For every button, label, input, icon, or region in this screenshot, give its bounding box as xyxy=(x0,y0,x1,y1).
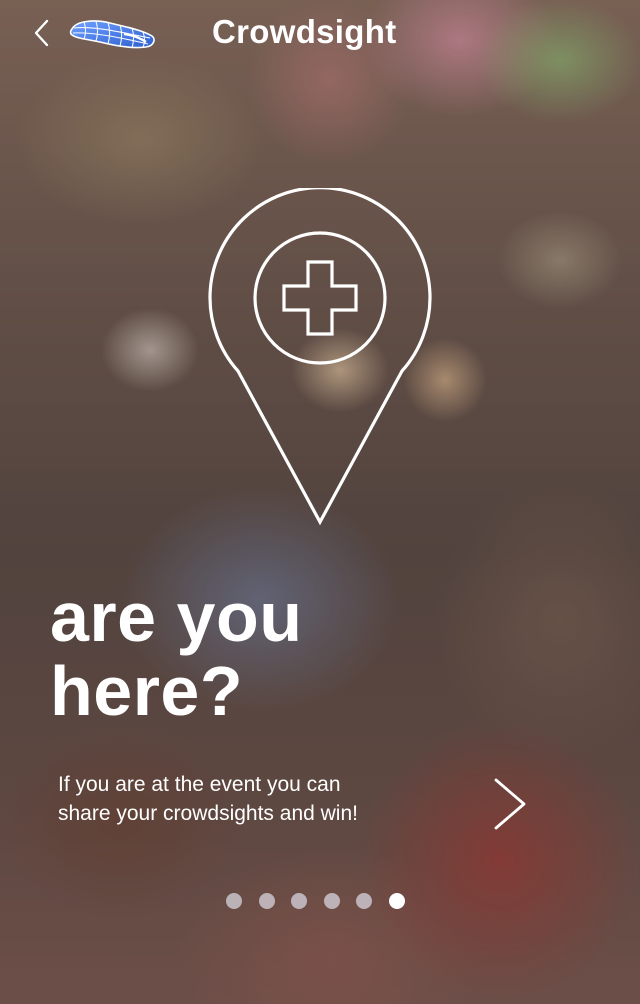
page-dot-1[interactable] xyxy=(226,893,242,909)
onboarding-screen: Crowdsight are you here? If you are at t… xyxy=(0,0,640,1004)
page-dot-6-active[interactable] xyxy=(388,893,405,909)
headline-line-1: are you xyxy=(50,578,303,656)
description-text: If you are at the event you can share yo… xyxy=(58,770,458,828)
page-dot-5[interactable] xyxy=(356,893,372,909)
page-indicator xyxy=(226,892,405,910)
description-line-2: share your crowdsights and win! xyxy=(58,802,358,825)
app-title: Crowdsight xyxy=(212,13,397,50)
back-button[interactable] xyxy=(28,14,58,54)
app-header: Crowdsight xyxy=(0,0,640,70)
headline-line-2: here? xyxy=(50,652,244,730)
chevron-left-icon xyxy=(34,19,49,47)
description-line-1: If you are at the event you can xyxy=(58,773,341,796)
page-dot-3[interactable] xyxy=(291,893,307,909)
chevron-right-icon xyxy=(494,778,526,830)
headline: are you here? xyxy=(50,580,490,728)
crowdsight-logo-icon xyxy=(66,16,158,52)
page-dot-4[interactable] xyxy=(323,893,340,909)
map-pin-plus-icon xyxy=(200,186,440,530)
next-button[interactable] xyxy=(486,772,534,836)
page-dot-2[interactable] xyxy=(258,893,275,909)
